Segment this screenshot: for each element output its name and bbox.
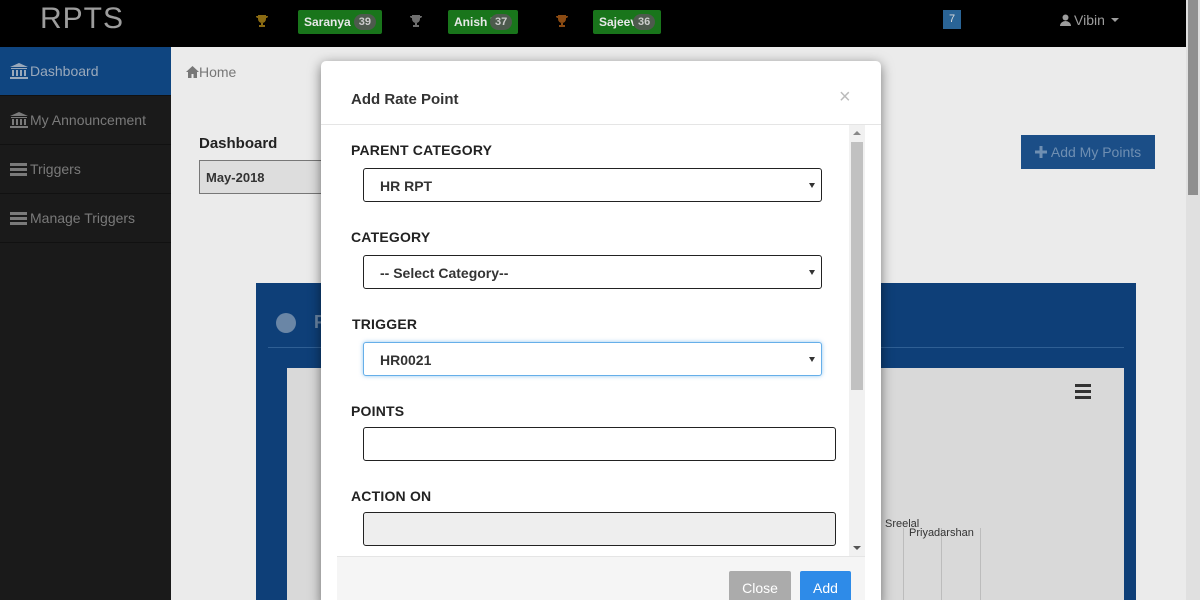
points-label: POINTS	[351, 403, 405, 419]
close-button[interactable]: Close	[729, 571, 791, 600]
points-input[interactable]	[363, 427, 836, 461]
scroll-down-arrow-icon[interactable]	[853, 546, 861, 550]
category-label: CATEGORY	[351, 229, 431, 245]
category-value: -- Select Category--	[380, 265, 509, 281]
chevron-down-icon	[809, 357, 815, 362]
category-select[interactable]: -- Select Category--	[363, 255, 822, 289]
modal-footer: Close Add	[337, 556, 865, 600]
parent-category-label: PARENT CATEGORY	[351, 142, 493, 158]
scroll-up-arrow-icon[interactable]	[853, 131, 861, 135]
chevron-down-icon	[809, 270, 815, 275]
chevron-down-icon	[809, 183, 815, 188]
modal-scrollbar[interactable]	[849, 125, 865, 556]
add-button[interactable]: Add	[800, 571, 851, 600]
modal-body: PARENT CATEGORY HR RPT CATEGORY -- Selec…	[337, 125, 865, 556]
action-on-label: ACTION ON	[351, 488, 432, 504]
trigger-select[interactable]: HR0021	[363, 342, 822, 376]
modal-header: Add Rate Point ×	[321, 61, 881, 125]
trigger-label: TRIGGER	[352, 316, 418, 332]
modal-title: Add Rate Point	[351, 91, 459, 108]
close-icon[interactable]: ×	[839, 87, 851, 107]
trigger-value: HR0021	[380, 352, 432, 368]
parent-category-select[interactable]: HR RPT	[363, 168, 822, 202]
scrollbar-thumb[interactable]	[851, 142, 863, 390]
parent-category-value: HR RPT	[380, 178, 433, 194]
add-rate-point-modal: Add Rate Point × PARENT CATEGORY HR RPT …	[321, 61, 881, 600]
action-on-input	[363, 512, 836, 546]
